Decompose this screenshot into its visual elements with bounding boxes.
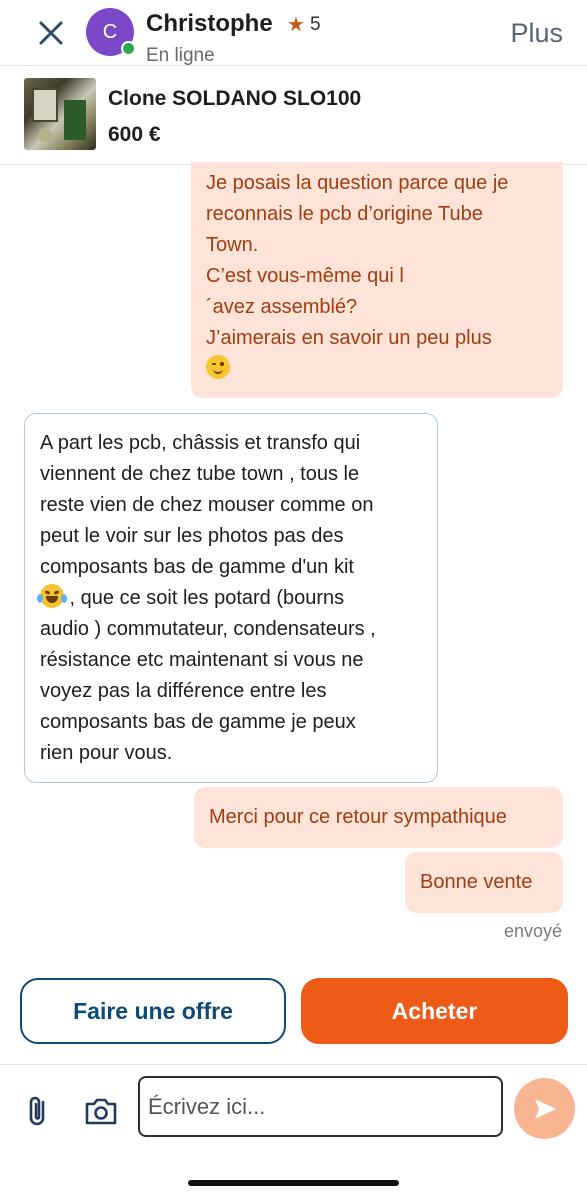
online-status: En ligne [146, 45, 215, 66]
message-line: viennent de chez tube town , tous le [40, 463, 360, 485]
message-line: composants bas de gamme d'un kit [40, 556, 354, 578]
divider [0, 1064, 587, 1065]
home-indicator [188, 1180, 399, 1186]
outgoing-message: Merci pour ce retour sympathique [194, 787, 563, 848]
camera-icon[interactable] [83, 1095, 119, 1127]
message-line: J’aimerais en savoir un peu plus [206, 327, 492, 349]
star-icon: ★ [287, 14, 305, 36]
send-icon [534, 1098, 556, 1119]
message-line: A part les pcb, châssis et transfo qui [40, 432, 361, 454]
message-line: voyez pas la différence entre les [40, 680, 327, 702]
avatar[interactable]: C [86, 8, 136, 56]
message-line: rien pour vous. [40, 742, 173, 764]
message-line: Je posais la question parce que je [206, 172, 509, 194]
outgoing-message: Bonne vente [405, 852, 563, 913]
tears-of-joy-icon [37, 584, 67, 608]
rating-value: 5 [309, 13, 321, 35]
listing-card[interactable]: Clone SOLDANO SLO100 600 € [0, 67, 587, 165]
send-button[interactable] [514, 1078, 575, 1139]
message-line: peut le voir sur les photos pas des [40, 525, 344, 547]
message-line-text: , que ce soit les potard (bourns [64, 587, 345, 609]
contact-name[interactable]: Christophe [146, 10, 273, 38]
listing-thumbnail [24, 78, 96, 150]
close-icon[interactable] [36, 18, 66, 48]
rating: ★ 5 [287, 12, 321, 37]
make-offer-button[interactable]: Faire une offre [20, 978, 286, 1044]
buy-button[interactable]: Acheter [301, 978, 568, 1044]
message-line: audio ) commutateur, condensateurs , [40, 618, 376, 640]
message-line: reste vien de chez mouser comme on [40, 494, 374, 516]
message-line: reconnais le pcb d’origine Tube [206, 203, 483, 225]
online-indicator [121, 41, 136, 56]
chat-header: C Christophe ★ 5 En ligne Plus [0, 0, 587, 66]
listing-title: Clone SOLDANO SLO100 [108, 87, 362, 110]
incoming-message: A part les pcb, châssis et transfo qui v… [24, 413, 438, 783]
outgoing-message: Je posais la question parce que je recon… [191, 162, 563, 398]
message-line: résistance etc maintenant si vous ne [40, 649, 364, 671]
winking-face-icon [206, 355, 230, 379]
paperclip-icon[interactable] [23, 1094, 53, 1128]
avatar-initial: C [102, 20, 118, 43]
message-line: Town. [206, 234, 259, 256]
message-input[interactable] [138, 1076, 503, 1137]
more-button[interactable]: Plus [510, 18, 563, 49]
message-line: ´avez assemblé? [206, 296, 358, 318]
message-line: C’est vous-même qui l [206, 265, 404, 287]
listing-price: 600 € [108, 123, 161, 146]
message-line [206, 354, 549, 385]
message-line: composants bas de gamme je peux [40, 711, 356, 733]
delivery-status: envoyé [503, 921, 562, 941]
message-line: , que ce soit les potard (bourns [37, 583, 423, 614]
